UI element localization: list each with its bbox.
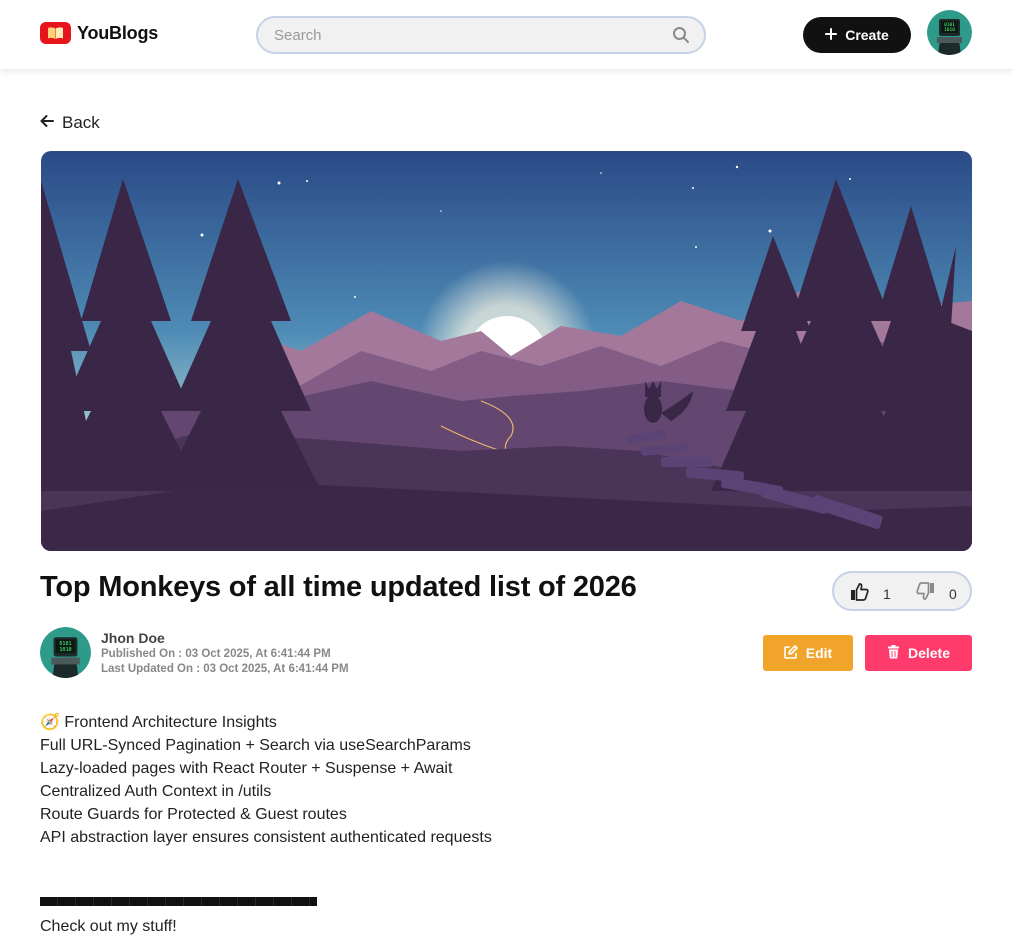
like-count: 1 [883,586,891,602]
delete-label: Delete [907,645,951,661]
thumbs-down-icon [916,582,935,606]
back-link[interactable]: Back [40,113,100,133]
body-line: Centralized Auth Context in /utils [40,783,272,800]
body-line: API abstraction layer ensures consistent… [40,829,492,846]
brand-logo[interactable]: YouBlogs [40,22,158,44]
brand-name: YouBlogs [77,22,159,43]
trash-icon [887,644,900,662]
dislike-count: 0 [949,586,957,602]
footer-text: Check out my stuff! [40,918,177,935]
updated-date: Last Updated On : 03 Oct 2025, At 6:41:4… [101,663,349,675]
plus-icon [825,27,838,43]
dislike-button[interactable]: 0 [916,582,957,606]
post-title: Top Monkeys of all time updated list of … [40,571,637,603]
edit-label: Edit [805,645,833,661]
book-icon [40,22,71,44]
edit-icon [783,644,798,662]
edit-button[interactable]: Edit [763,635,853,671]
author-name[interactable]: Jhon Doe [101,630,165,646]
body-line: Full URL-Synced Pagination + Search via … [40,737,471,754]
arrow-left-icon [40,113,54,133]
vote-box: 1 0 [832,571,972,611]
create-label: Create [845,27,889,43]
top-navbar: YouBlogs Create 0101 1010 [0,0,1013,69]
post-cover-image [41,151,972,551]
body-line: Route Guards for Protected & Guest route… [40,806,347,823]
published-date: Published On : 03 Oct 2025, At 6:41:44 P… [101,648,331,660]
back-label: Back [62,113,100,132]
body-line: 🧭 Frontend Architecture Insights [40,714,277,731]
body-line: Lazy-loaded pages with React Router + Su… [40,760,453,777]
svg-text:1010: 1010 [59,647,71,653]
delete-button[interactable]: Delete [865,635,972,671]
like-button[interactable]: 1 [850,582,891,606]
post-body: 🧭 Frontend Architecture Insights Full UR… [40,711,492,849]
search-input[interactable] [274,26,654,44]
search-bar [256,16,706,54]
user-avatar[interactable]: 0101 1010 [927,10,972,55]
svg-text:1010: 1010 [944,27,955,33]
thumbs-up-icon [850,582,869,606]
create-button[interactable]: Create [803,17,911,53]
search-icon[interactable] [672,26,690,49]
author-avatar[interactable]: 0101 1010 [40,627,91,678]
divider-bar [40,897,317,906]
